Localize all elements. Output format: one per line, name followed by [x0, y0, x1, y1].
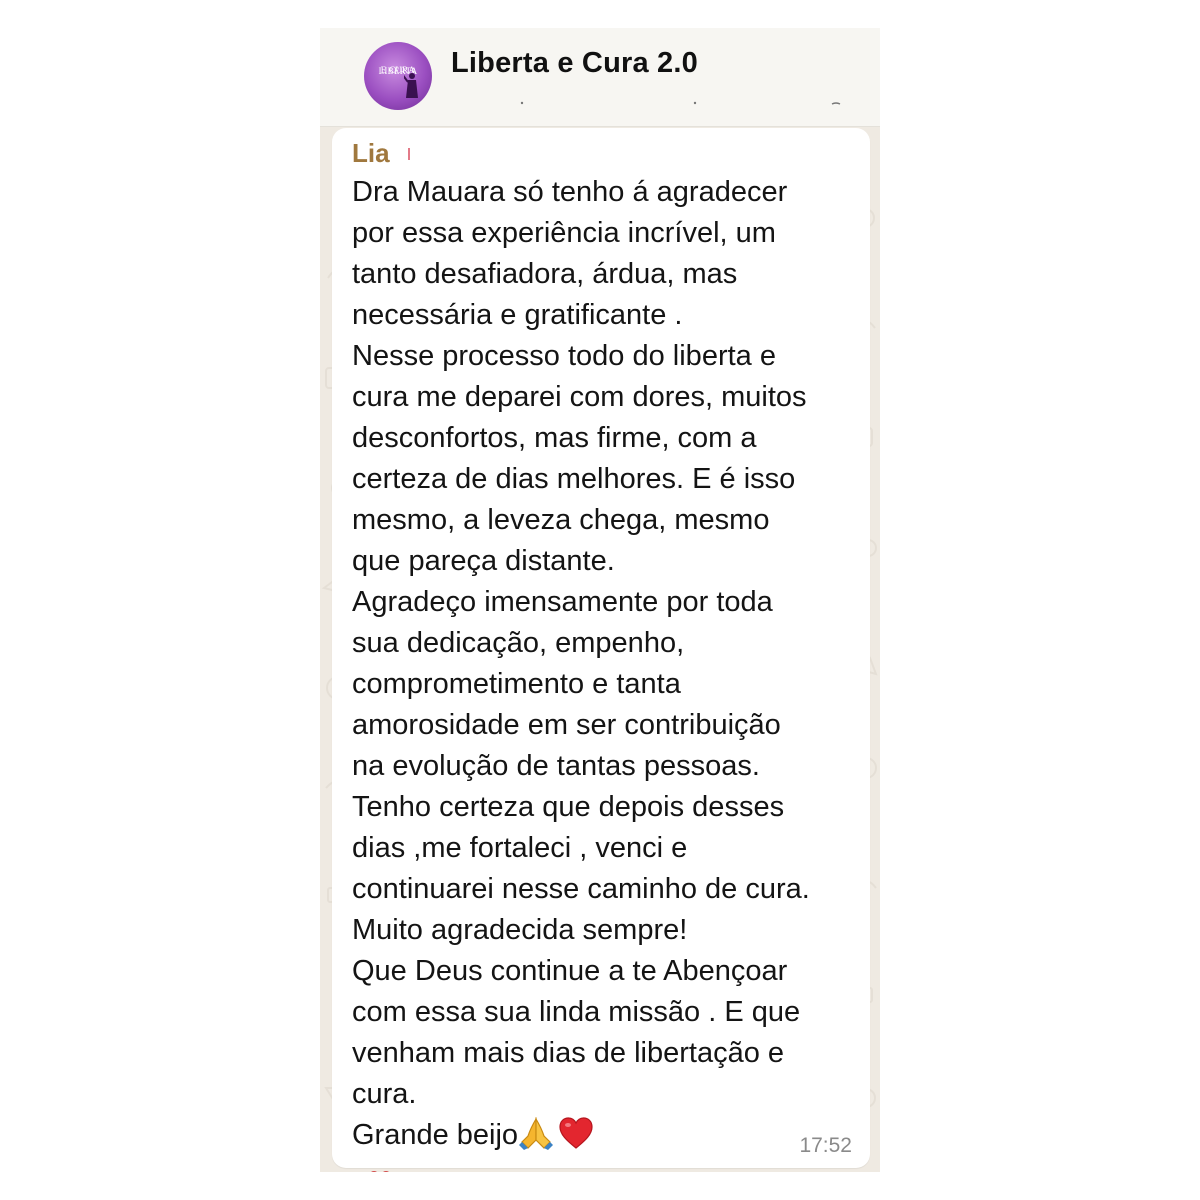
group-name[interactable]: Liberta e Cura 2.0: [451, 47, 698, 80]
message-bubble[interactable]: Lia Dra Mauara só tenho á agradecer por …: [332, 128, 870, 1168]
chat-header[interactable]: LIBERTA E CURA Liberta e Cura 2.0: [320, 28, 880, 127]
next-message-edge: [371, 1171, 389, 1172]
sender-label-edge: [408, 148, 410, 160]
message-text: Dra Mauara só tenho á agradecer por essa…: [352, 172, 867, 1156]
message-closing: Grande beijo: [352, 1119, 519, 1151]
header-subtitle-cropped: [520, 101, 841, 105]
red-heart-icon: [559, 1117, 593, 1149]
message-time: 17:52: [799, 1134, 852, 1157]
chat-screen: LIBERTA E CURA Liberta e Cura 2.0 Lia Dr…: [320, 28, 880, 1172]
woman-silhouette-icon: [404, 73, 418, 98]
message-emojis: [518, 1116, 594, 1151]
group-avatar[interactable]: LIBERTA E CURA: [364, 42, 432, 110]
folded-hands-icon: [519, 1116, 554, 1150]
message-body: Dra Mauara só tenho á agradecer por essa…: [352, 176, 810, 1110]
sender-name[interactable]: Lia: [352, 138, 390, 169]
